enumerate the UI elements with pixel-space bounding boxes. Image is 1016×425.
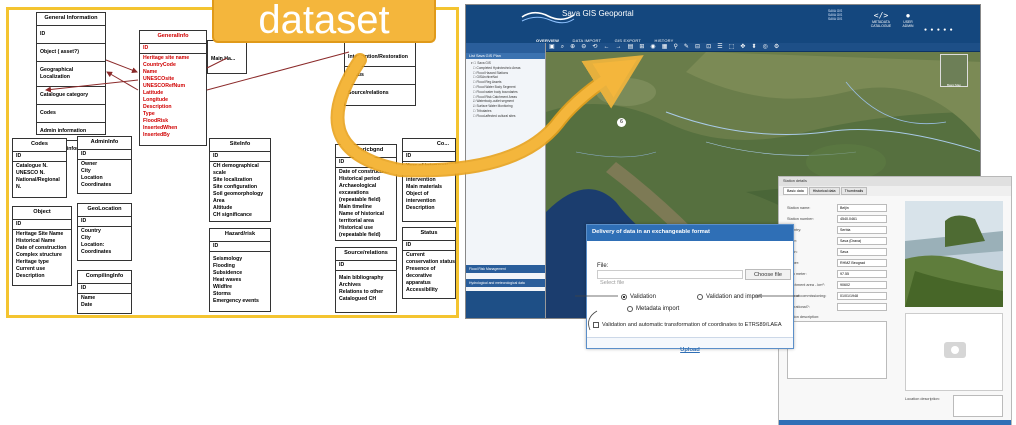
dialog-guide-lines: [575, 295, 800, 331]
